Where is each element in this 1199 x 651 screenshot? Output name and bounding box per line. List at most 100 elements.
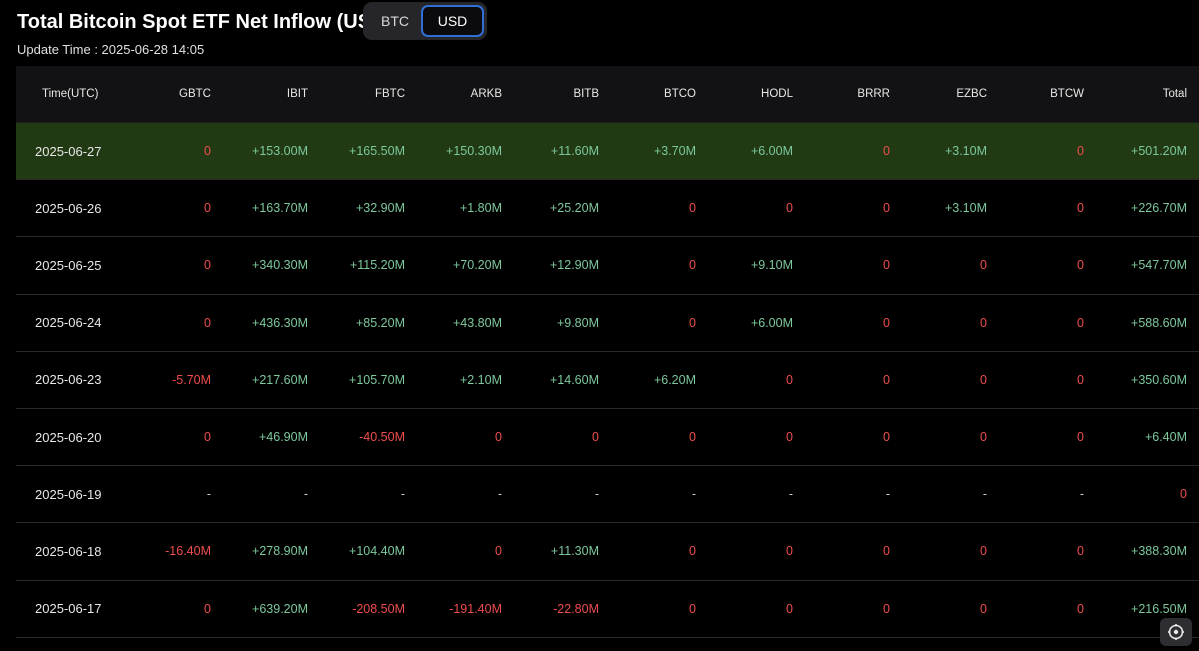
cell-btcw: 0 [1077,372,1084,387]
table-row[interactable]: 2025-06-27 0 +153.00M +165.50M +150.30M … [16,123,1199,181]
cell-bitb: - [594,487,599,502]
cell-btcw: 0 [1077,201,1084,216]
cell-ezbc: - [982,487,987,502]
cell-bitb: 0 [592,430,599,445]
cell-arkb: +70.20M [453,258,502,273]
cell-ezbc: 0 [980,258,987,273]
cell-ezbc: 0 [980,430,987,445]
cell-total: +388.30M [1131,544,1187,559]
cell-ezbc: +3.10M [944,201,987,216]
etf-flow-table: Time(UTC) GBTC IBIT FBTC ARKB BITB BTCO … [16,66,1199,638]
cell-total: +547.70M [1131,258,1187,273]
cell-arkb: +150.30M [446,144,502,159]
cell-arkb: 0 [495,544,502,559]
currency-toggle: BTC USD [363,2,487,40]
cell-ibit: +340.30M [252,258,308,273]
cell-gbtc: - [206,487,211,502]
cell-total: +6.40M [1144,430,1187,445]
cell-arkb: - [497,487,502,502]
cell-hodl: 0 [786,201,793,216]
cell-ezbc: 0 [980,315,987,330]
column-header-ezbc: EZBC [956,88,987,100]
cell-total: 0 [1180,487,1187,502]
cell-brrr: - [885,487,890,502]
cell-total: +226.70M [1131,201,1187,216]
cell-gbtc: 0 [204,601,211,616]
cell-arkb: +43.80M [453,315,502,330]
cell-bitb: +25.20M [550,201,599,216]
cell-bitb: +11.30M [550,544,599,559]
cell-fbtc: - [400,487,405,502]
column-header-fbtc: FBTC [374,88,405,100]
cell-total: +501.20M [1131,144,1187,159]
cell-hodl: 0 [786,430,793,445]
cell-ezbc: 0 [980,544,987,559]
table-row[interactable]: 2025-06-23 -5.70M +217.60M +105.70M +2.1… [16,352,1199,409]
cell-fbtc: +85.20M [356,315,405,330]
cell-arkb: +2.10M [459,372,502,387]
table-row[interactable]: 2025-06-19 - - - - - - - - - - 0 [16,466,1199,524]
cell-brrr: 0 [883,601,890,616]
cell-gbtc: 0 [204,144,211,159]
cell-brrr: 0 [883,372,890,387]
cell-date: 2025-06-24 [35,315,102,331]
cell-date: 2025-06-20 [35,429,102,445]
column-header-arkb: ARKB [470,88,502,100]
column-header-brrr: BRRR [857,88,890,100]
cell-gbtc: 0 [204,430,211,445]
cell-ibit: +153.00M [252,144,308,159]
cell-fbtc: +32.90M [356,201,405,216]
table-row[interactable]: 2025-06-26 0 +163.70M +32.90M +1.80M +25… [16,180,1199,238]
cell-total: +350.60M [1131,372,1187,387]
cell-ezbc: +3.10M [944,144,987,159]
cell-bitb: +14.60M [550,372,599,387]
usd-toggle-button[interactable]: USD [421,5,484,37]
cell-bitb: +9.80M [556,315,599,330]
cell-hodl: +9.10M [750,258,793,273]
cell-btco: +6.20M [653,372,696,387]
table-row[interactable]: 2025-06-25 0 +340.30M +115.20M +70.20M +… [16,237,1199,295]
cell-ibit: +639.20M [252,601,308,616]
cell-bitb: -22.80M [553,601,599,616]
cell-date: 2025-06-18 [35,543,102,559]
cell-hodl: +6.00M [750,144,793,159]
cell-hodl: 0 [786,601,793,616]
cell-arkb: +1.80M [459,201,502,216]
cell-ibit: +436.30M [252,315,308,330]
table-row[interactable]: 2025-06-17 0 +639.20M -208.50M -191.40M … [16,581,1199,638]
column-header-total: Total [1162,88,1187,100]
table-row[interactable]: 2025-06-18 -16.40M +278.90M +104.40M 0 +… [16,523,1199,581]
cell-hodl: 0 [786,544,793,559]
cell-ibit: +278.90M [252,544,308,559]
cell-fbtc: +115.20M [349,258,405,273]
cell-brrr: 0 [883,201,890,216]
help-settings-button[interactable] [1160,618,1192,646]
cell-total: +588.60M [1131,315,1187,330]
cell-date: 2025-06-25 [35,257,102,273]
cell-btcw: 0 [1077,315,1084,330]
cell-date: 2025-06-26 [35,200,102,216]
cell-btcw: 0 [1077,258,1084,273]
table-row[interactable]: 2025-06-20 0 +46.90M -40.50M 0 0 0 0 0 0… [16,409,1199,467]
cell-btcw: - [1079,487,1084,502]
cell-btcw: 0 [1077,601,1084,616]
cell-date: 2025-06-27 [35,143,102,159]
cell-brrr: 0 [883,315,890,330]
btc-toggle-button[interactable]: BTC [367,5,423,37]
cell-hodl: +6.00M [750,315,793,330]
cell-ibit: +217.60M [252,372,308,387]
table-row[interactable]: 2025-06-24 0 +436.30M +85.20M +43.80M +9… [16,295,1199,352]
cell-bitb: +11.60M [550,144,599,159]
cell-fbtc: +105.70M [349,372,405,387]
cell-gbtc: -16.40M [165,544,211,559]
cell-date: 2025-06-23 [35,372,102,388]
cell-fbtc: +104.40M [349,544,405,559]
table-header: Time(UTC) GBTC IBIT FBTC ARKB BITB BTCO … [16,66,1199,123]
cell-ezbc: 0 [980,372,987,387]
cell-brrr: 0 [883,430,890,445]
cell-hodl: 0 [786,372,793,387]
cell-gbtc: 0 [204,315,211,330]
page-title: Total Bitcoin Spot ETF Net Inflow (USD) [17,11,393,33]
help-settings-icon [1168,624,1184,640]
cell-btco: 0 [689,258,696,273]
